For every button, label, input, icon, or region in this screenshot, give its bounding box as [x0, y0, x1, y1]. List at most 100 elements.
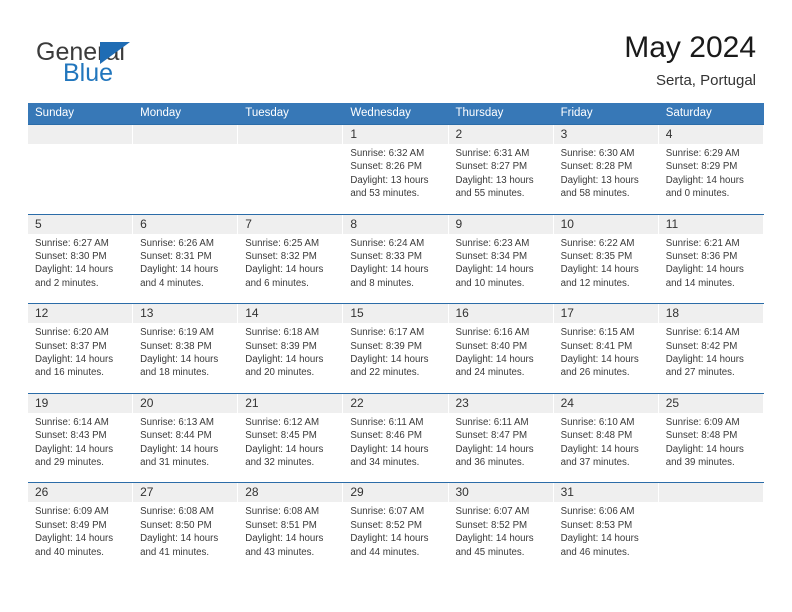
- day-number: 20: [140, 395, 154, 410]
- day-cell[interactable]: 21 Sunrise: 6:12 AM Sunset: 8:45 PM Dayligh…: [238, 393, 344, 482]
- day-number: 23: [455, 395, 469, 410]
- daylight-text-line1: Daylight: 14 hours: [245, 264, 324, 276]
- daylight-text-line1: Daylight: 14 hours: [140, 443, 219, 455]
- daylight-text-line2: and 31 minutes.: [140, 457, 210, 468]
- day-cell[interactable]: 30 Sunrise: 6:07 AM Sunset: 8:52 PM Dayligh…: [448, 483, 554, 572]
- day-cell[interactable]: 1 Sunrise: 6:32 AM Sunset: 8:26 PM Daylight…: [343, 125, 449, 213]
- day-cell[interactable]: 22 Sunrise: 6:11 AM Sunset: 8:46 PM Dayligh…: [343, 393, 449, 482]
- day-cell[interactable]: 13 Sunrise: 6:19 AM Sunset: 8:38 PM Dayligh…: [133, 304, 239, 393]
- day-cell-empty: [28, 125, 134, 213]
- day-number: 26: [35, 485, 49, 500]
- day-number-band: 28: [238, 483, 344, 503]
- day-cell[interactable]: 20 Sunrise: 6:13 AM Sunset: 8:44 PM Dayligh…: [133, 393, 239, 482]
- daylight-text-line2: and 46 minutes.: [560, 546, 630, 558]
- day-number-band: 10: [553, 214, 659, 234]
- day-details: Sunrise: 6:20 AM Sunset: 8:37 PM Daylight:…: [28, 323, 133, 380]
- day-cell[interactable]: 29 Sunrise: 6:07 AM Sunset: 8:52 PM Dayligh…: [343, 483, 449, 572]
- daylight-text-line2: and 36 minutes.: [455, 457, 525, 468]
- day-cell[interactable]: 19 Sunrise: 6:14 AM Sunset: 8:43 PM Dayligh…: [28, 393, 134, 482]
- day-number-band: 21: [238, 393, 344, 413]
- calendar-week-row: 12 Sunrise: 6:20 AM Sunset: 8:37 PM Dayligh…: [28, 303, 764, 393]
- day-cell[interactable]: 9 Sunrise: 6:23 AM Sunset: 8:34 PM Daylight…: [448, 214, 554, 303]
- day-details: Sunrise: 6:11 AM Sunset: 8:46 PM Daylight:…: [343, 413, 448, 470]
- daylight-text-line2: and 53 minutes.: [350, 188, 420, 200]
- day-cell[interactable]: 10 Sunrise: 6:22 AM Sunset: 8:35 PM Dayligh…: [553, 214, 659, 303]
- day-number-band: 16: [448, 304, 554, 324]
- day-cell[interactable]: 3 Sunrise: 6:30 AM Sunset: 8:28 PM Daylight…: [553, 125, 659, 213]
- day-number-band: [28, 125, 134, 144]
- sunrise-text: Sunrise: 6:11 AM: [350, 416, 424, 428]
- sunset-text: Sunset: 8:47 PM: [455, 430, 528, 442]
- day-number: 14: [245, 306, 259, 321]
- sunset-text: Sunset: 8:50 PM: [140, 519, 212, 531]
- sunset-text: Sunset: 8:52 PM: [455, 519, 528, 531]
- day-number: 10: [560, 216, 574, 231]
- day-cell[interactable]: 11 Sunrise: 6:21 AM Sunset: 8:36 PM Dayligh…: [658, 214, 764, 303]
- day-details: Sunrise: 6:15 AM Sunset: 8:41 PM Daylight:…: [554, 323, 659, 380]
- day-number-band: 22: [343, 393, 449, 413]
- sunrise-text: Sunrise: 6:07 AM: [455, 506, 530, 518]
- day-cell[interactable]: 4 Sunrise: 6:29 AM Sunset: 8:29 PM Daylight…: [658, 125, 764, 213]
- day-cell[interactable]: 25 Sunrise: 6:09 AM Sunset: 8:48 PM Dayligh…: [658, 393, 764, 482]
- daylight-text-line1: Daylight: 14 hours: [245, 443, 324, 455]
- day-details: Sunrise: 6:08 AM Sunset: 8:51 PM Daylight:…: [238, 502, 343, 559]
- day-cell[interactable]: 5 Sunrise: 6:27 AM Sunset: 8:30 PM Daylight…: [28, 214, 134, 303]
- day-cell[interactable]: 12 Sunrise: 6:20 AM Sunset: 8:37 PM Dayligh…: [28, 304, 134, 393]
- daylight-text-line1: Daylight: 14 hours: [560, 354, 639, 365]
- daylight-text-line2: and 12 minutes.: [560, 277, 630, 289]
- day-number: 5: [35, 216, 42, 231]
- day-cell[interactable]: 7 Sunrise: 6:25 AM Sunset: 8:32 PM Daylight…: [238, 214, 344, 303]
- day-cell[interactable]: 24 Sunrise: 6:10 AM Sunset: 8:48 PM Dayligh…: [553, 393, 659, 482]
- day-details: Sunrise: 6:13 AM Sunset: 8:44 PM Daylight:…: [133, 413, 238, 470]
- daylight-text-line1: Daylight: 14 hours: [665, 354, 744, 365]
- day-cell[interactable]: 16 Sunrise: 6:16 AM Sunset: 8:40 PM Dayligh…: [448, 304, 554, 393]
- daylight-text-line1: Daylight: 14 hours: [455, 443, 534, 455]
- sunrise-text: Sunrise: 6:12 AM: [245, 416, 320, 428]
- daylight-text-line1: Daylight: 14 hours: [455, 533, 534, 545]
- day-number-band: [658, 483, 764, 503]
- day-number-band: 8: [343, 214, 449, 234]
- daylight-text-line1: Daylight: 14 hours: [245, 354, 324, 365]
- day-cell[interactable]: 14 Sunrise: 6:18 AM Sunset: 8:39 PM Dayligh…: [238, 304, 344, 393]
- sunrise-text: Sunrise: 6:19 AM: [140, 327, 214, 339]
- day-number: 4: [665, 127, 673, 141]
- day-number-band: 25: [658, 393, 764, 413]
- day-cell[interactable]: 15 Sunrise: 6:17 AM Sunset: 8:39 PM Dayligh…: [343, 304, 449, 393]
- daylight-text-line2: and 40 minutes.: [35, 546, 104, 558]
- calendar-week-row: 1 Sunrise: 6:32 AM Sunset: 8:26 PM Daylight…: [28, 124, 764, 214]
- sunrise-text: Sunrise: 6:15 AM: [560, 327, 635, 339]
- sunrise-text: Sunrise: 6:22 AM: [560, 237, 635, 249]
- sunset-text: Sunset: 8:36 PM: [665, 251, 738, 262]
- day-details: Sunrise: 6:24 AM Sunset: 8:33 PM Daylight:…: [343, 234, 448, 291]
- day-number-band: 1: [343, 125, 449, 144]
- day-cell[interactable]: 28 Sunrise: 6:08 AM Sunset: 8:51 PM Dayligh…: [238, 483, 344, 572]
- day-cell[interactable]: 8 Sunrise: 6:24 AM Sunset: 8:33 PM Daylight…: [343, 214, 449, 303]
- day-number-band: [238, 125, 344, 144]
- daylight-text-line1: Daylight: 14 hours: [350, 354, 429, 365]
- day-number-band: 23: [448, 393, 554, 413]
- day-number: 29: [350, 485, 364, 500]
- daylight-text-line1: Daylight: 14 hours: [455, 264, 534, 276]
- day-details: Sunrise: 6:30 AM Sunset: 8:28 PM Daylight:…: [554, 144, 659, 201]
- daylight-text-line2: and 24 minutes.: [455, 367, 525, 379]
- day-cell[interactable]: 31 Sunrise: 6:06 AM Sunset: 8:53 PM Dayligh…: [553, 483, 659, 572]
- day-cell[interactable]: 23 Sunrise: 6:11 AM Sunset: 8:47 PM Dayligh…: [448, 393, 554, 482]
- day-details: Sunrise: 6:17 AM Sunset: 8:39 PM Daylight:…: [343, 323, 448, 380]
- brand-logo[interactable]: General Blue: [36, 38, 256, 94]
- daylight-text-line2: and 22 minutes.: [350, 367, 420, 379]
- day-number-band: 13: [133, 304, 239, 324]
- day-cell-empty: [133, 125, 239, 213]
- sunrise-text: Sunrise: 6:08 AM: [140, 506, 214, 518]
- day-cell[interactable]: 27 Sunrise: 6:08 AM Sunset: 8:50 PM Dayligh…: [133, 483, 239, 572]
- sunset-text: Sunset: 8:26 PM: [350, 161, 422, 173]
- day-cell[interactable]: 26 Sunrise: 6:09 AM Sunset: 8:49 PM Dayligh…: [28, 483, 134, 572]
- daylight-text-line2: and 8 minutes.: [350, 277, 414, 289]
- day-cell[interactable]: 2 Sunrise: 6:31 AM Sunset: 8:27 PM Daylight…: [448, 125, 554, 213]
- sunrise-text: Sunrise: 6:10 AM: [560, 416, 635, 428]
- day-cell[interactable]: 17 Sunrise: 6:15 AM Sunset: 8:41 PM Dayligh…: [553, 304, 659, 393]
- daylight-text-line1: Daylight: 14 hours: [245, 533, 324, 545]
- sunset-text: Sunset: 8:32 PM: [245, 251, 317, 262]
- day-cell[interactable]: 6 Sunrise: 6:26 AM Sunset: 8:31 PM Daylight…: [133, 214, 239, 303]
- day-cell[interactable]: 18 Sunrise: 6:14 AM Sunset: 8:42 PM Dayligh…: [658, 304, 764, 393]
- sunrise-text: Sunrise: 6:23 AM: [455, 237, 530, 249]
